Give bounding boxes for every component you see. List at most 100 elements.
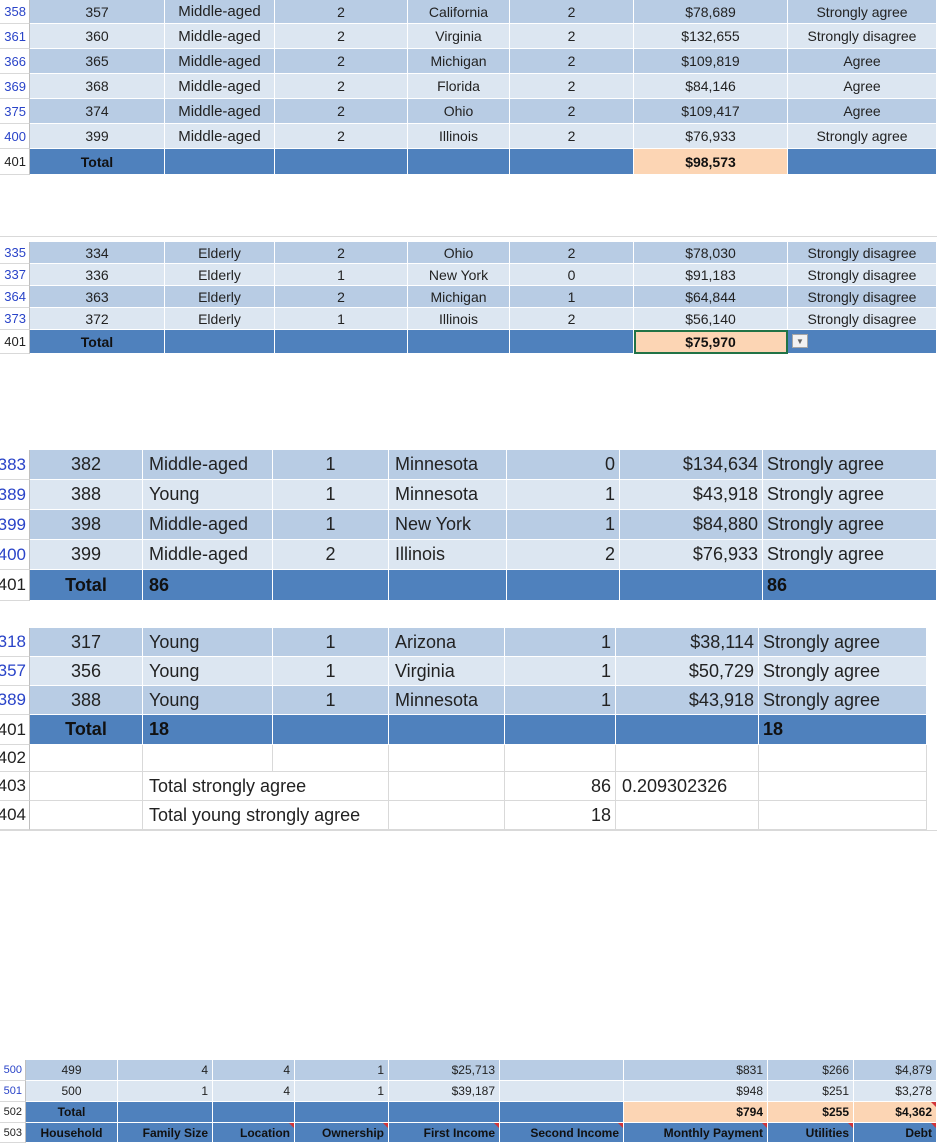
empty-cell[interactable] bbox=[759, 772, 927, 801]
cell-income[interactable]: $132,655 bbox=[634, 24, 788, 49]
total-label[interactable]: Total bbox=[30, 715, 143, 745]
cell-income[interactable]: $64,844 bbox=[634, 286, 788, 308]
cell-income[interactable]: $78,689 bbox=[634, 0, 788, 24]
cell-income[interactable]: $50,729 bbox=[616, 657, 759, 686]
cell-age-group[interactable]: Elderly bbox=[165, 264, 275, 286]
selected-total-average-income[interactable]: $75,970 bbox=[634, 330, 788, 354]
column-header-family-size[interactable]: Family Size bbox=[118, 1123, 213, 1143]
total-cell[interactable] bbox=[275, 330, 408, 354]
cell-id[interactable]: 372 bbox=[30, 308, 165, 330]
cell-count[interactable]: 0 bbox=[507, 450, 620, 480]
cell-age-group[interactable]: Middle-aged bbox=[143, 540, 273, 570]
cell-id[interactable]: 357 bbox=[30, 0, 165, 24]
cell-family-size[interactable]: 1 bbox=[273, 628, 389, 657]
cell-household[interactable]: 500 bbox=[26, 1081, 118, 1102]
cell-debt[interactable]: $4,879 bbox=[854, 1060, 937, 1081]
cell-opinion[interactable]: Agree bbox=[788, 74, 937, 99]
cell-opinion[interactable]: Strongly disagree bbox=[788, 264, 937, 286]
total-cell[interactable] bbox=[408, 330, 510, 354]
cell-utilities[interactable]: $266 bbox=[768, 1060, 854, 1081]
row-header[interactable]: 400 bbox=[0, 540, 30, 570]
cell-age-group[interactable]: Middle-aged bbox=[165, 99, 275, 124]
empty-cell[interactable] bbox=[30, 801, 143, 830]
empty-cell[interactable] bbox=[759, 745, 927, 772]
total-cell[interactable] bbox=[389, 570, 507, 601]
empty-cell[interactable] bbox=[616, 801, 759, 830]
row-header[interactable]: 503 bbox=[0, 1123, 26, 1143]
cell-location[interactable]: 4 bbox=[213, 1081, 295, 1102]
cell-age-group[interactable]: Elderly bbox=[165, 286, 275, 308]
cell-id[interactable]: 382 bbox=[30, 450, 143, 480]
cell-age-group[interactable]: Middle-aged bbox=[143, 510, 273, 540]
cell-opinion[interactable]: Strongly agree bbox=[788, 0, 937, 24]
cell-id[interactable]: 336 bbox=[30, 264, 165, 286]
cell-opinion[interactable]: Agree bbox=[788, 49, 937, 74]
column-header-debt[interactable]: Debt bbox=[854, 1123, 937, 1143]
cell-age-group[interactable]: Elderly bbox=[165, 308, 275, 330]
total-cell[interactable] bbox=[505, 715, 616, 745]
cell-state[interactable]: Ohio bbox=[408, 242, 510, 264]
cell-opinion[interactable]: Strongly agree bbox=[763, 540, 937, 570]
row-header[interactable]: 375 bbox=[0, 99, 30, 124]
total-cell[interactable] bbox=[389, 1102, 500, 1123]
empty-cell[interactable] bbox=[505, 745, 616, 772]
cell-ownership[interactable]: 1 bbox=[295, 1060, 389, 1081]
total-label[interactable]: Total bbox=[30, 149, 165, 175]
cell-family-size[interactable]: 2 bbox=[275, 99, 408, 124]
cell-id[interactable]: 368 bbox=[30, 74, 165, 99]
cell-count[interactable]: 1 bbox=[505, 686, 616, 715]
cell-count[interactable]: 1 bbox=[507, 510, 620, 540]
cell-income[interactable]: $56,140 bbox=[634, 308, 788, 330]
cell-state[interactable]: Arizona bbox=[389, 628, 505, 657]
cell-opinion[interactable]: Strongly agree bbox=[759, 657, 927, 686]
cell-family-size[interactable]: 4 bbox=[118, 1060, 213, 1081]
cell-state[interactable]: Minnesota bbox=[389, 686, 505, 715]
cell-family-size[interactable]: 1 bbox=[273, 686, 389, 715]
total-cell[interactable] bbox=[788, 149, 937, 175]
cell-family-size[interactable]: 2 bbox=[275, 24, 408, 49]
cell-age-group[interactable]: Young bbox=[143, 628, 273, 657]
row-header[interactable]: 373 bbox=[0, 308, 30, 330]
total-monthly-payment[interactable]: $794 bbox=[624, 1102, 768, 1123]
comment-indicator-icon[interactable] bbox=[383, 1123, 388, 1128]
column-header-location[interactable]: Location bbox=[213, 1123, 295, 1143]
cell-second-income[interactable] bbox=[500, 1081, 624, 1102]
cell-id[interactable]: 399 bbox=[30, 540, 143, 570]
empty-cell[interactable] bbox=[616, 745, 759, 772]
cell-age-group[interactable]: Middle-aged bbox=[143, 450, 273, 480]
cell-count[interactable]: 2 bbox=[510, 308, 634, 330]
cell-opinion[interactable]: Strongly disagree bbox=[788, 242, 937, 264]
cell-age-group[interactable]: Young bbox=[143, 657, 273, 686]
total-label[interactable]: Total bbox=[30, 570, 143, 601]
row-header[interactable]: 401 bbox=[0, 330, 30, 354]
row-header[interactable]: 364 bbox=[0, 286, 30, 308]
total-cell[interactable] bbox=[273, 570, 389, 601]
comment-indicator-icon[interactable] bbox=[931, 1102, 936, 1107]
empty-cell[interactable] bbox=[389, 745, 505, 772]
cell-age-group[interactable]: Young bbox=[143, 686, 273, 715]
row-header[interactable]: 383 bbox=[0, 450, 30, 480]
cell-ownership[interactable]: 1 bbox=[295, 1081, 389, 1102]
cell-state[interactable]: Virginia bbox=[408, 24, 510, 49]
cell-state[interactable]: Michigan bbox=[408, 286, 510, 308]
cell-family-size[interactable]: 1 bbox=[275, 264, 408, 286]
cell-family-size[interactable]: 2 bbox=[275, 49, 408, 74]
cell-opinion[interactable]: Strongly agree bbox=[763, 510, 937, 540]
cell-id[interactable]: 398 bbox=[30, 510, 143, 540]
cell-id[interactable]: 334 bbox=[30, 242, 165, 264]
row-header[interactable]: 401 bbox=[0, 149, 30, 175]
cell-opinion[interactable]: Strongly agree bbox=[763, 450, 937, 480]
cell-count[interactable]: 2 bbox=[510, 74, 634, 99]
summary-label[interactable]: Total young strongly agree bbox=[143, 801, 389, 830]
row-header[interactable]: 403 bbox=[0, 772, 30, 801]
summary-ratio[interactable]: 0.209302326 bbox=[616, 772, 759, 801]
cell-state[interactable]: Florida bbox=[408, 74, 510, 99]
total-cell[interactable] bbox=[275, 149, 408, 175]
cell-state[interactable]: New York bbox=[408, 264, 510, 286]
cell-count[interactable]: 2 bbox=[510, 0, 634, 24]
cell-id[interactable]: 317 bbox=[30, 628, 143, 657]
total-cell[interactable] bbox=[118, 1102, 213, 1123]
column-header-monthly-payment[interactable]: Monthly Payment bbox=[624, 1123, 768, 1143]
cell-utilities[interactable]: $251 bbox=[768, 1081, 854, 1102]
cell-count[interactable]: 1 bbox=[505, 628, 616, 657]
